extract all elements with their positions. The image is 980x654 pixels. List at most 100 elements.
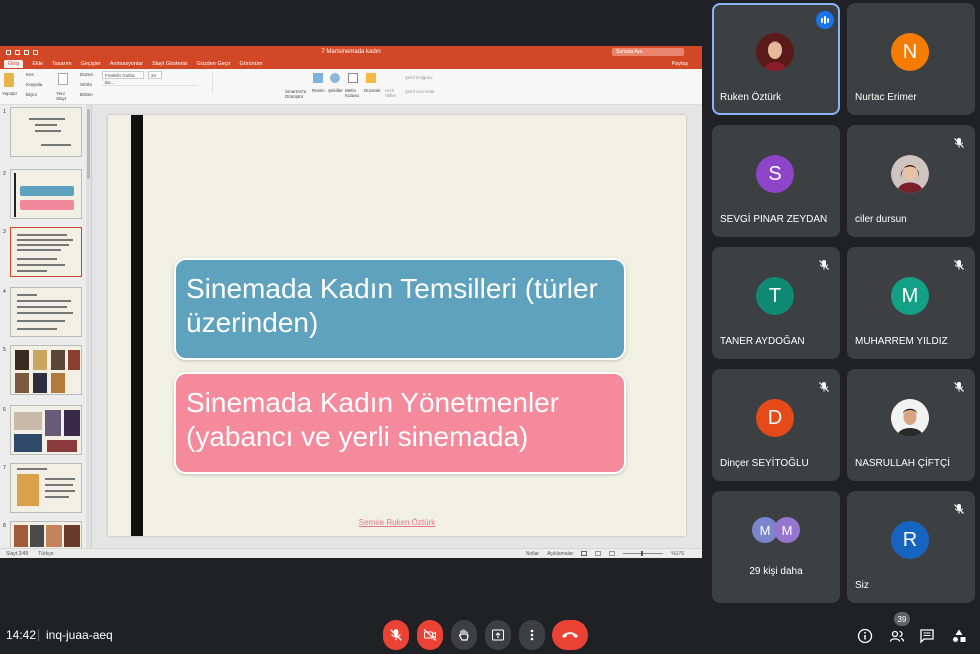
mic-off-icon bbox=[949, 133, 969, 153]
thumb-photo bbox=[14, 434, 42, 452]
share-button[interactable]: Paylaş bbox=[671, 61, 688, 67]
thumb-photo bbox=[64, 525, 80, 547]
notes-button[interactable]: Notlar bbox=[526, 551, 539, 557]
reset-label[interactable]: Sıfırla bbox=[80, 82, 92, 87]
comments-button[interactable]: Açıklamalar bbox=[547, 551, 573, 557]
participant-tile[interactable]: S SEVGİ PINAR ZEYDAN bbox=[712, 125, 840, 237]
ppt-search-input[interactable]: Sunuda Ara bbox=[612, 48, 684, 56]
paragraph-group bbox=[212, 73, 272, 93]
quick-styles-label[interactable]: Hızlı Stiller bbox=[385, 88, 399, 98]
picture-icon[interactable] bbox=[313, 73, 323, 83]
view-reading-icon[interactable] bbox=[609, 551, 616, 556]
section-label[interactable]: Bölüm bbox=[80, 92, 93, 97]
paste-icon[interactable] bbox=[4, 73, 14, 87]
leave-call-button[interactable] bbox=[552, 620, 588, 650]
activities-button[interactable] bbox=[948, 625, 970, 647]
arrange-icon[interactable] bbox=[366, 73, 376, 83]
cut-label[interactable]: Kes bbox=[26, 72, 34, 77]
camera-toggle-button[interactable] bbox=[417, 620, 443, 650]
participant-tile[interactable]: NASRULLAH ÇİFTÇİ bbox=[847, 369, 975, 481]
format-label[interactable]: Biçim bbox=[26, 92, 37, 97]
view-sorter-icon[interactable] bbox=[595, 551, 602, 556]
font-select[interactable]: Franklin Gothic Bo... bbox=[102, 71, 144, 85]
thumbnail-row[interactable]: 7 bbox=[0, 463, 90, 515]
scrollbar-thumb[interactable] bbox=[87, 109, 90, 179]
copy-label[interactable]: Kopyala bbox=[26, 82, 42, 87]
thumbnail-row[interactable]: 5 bbox=[0, 345, 90, 397]
shape-outline-label[interactable]: Şekil Ana Hattı bbox=[405, 89, 435, 94]
tab-review[interactable]: Gözden Geçir bbox=[197, 61, 231, 67]
current-slide[interactable]: Sinemada Kadın Temsilleri (türler üzerin… bbox=[108, 115, 686, 536]
font-size-select[interactable]: 24 bbox=[148, 71, 162, 79]
participant-tile[interactable]: D Dinçer SEYİTOĞLU bbox=[712, 369, 840, 481]
thumbnail-row[interactable]: 6 bbox=[0, 405, 90, 457]
zoom-level[interactable]: %176 bbox=[671, 551, 684, 557]
participant-tile[interactable]: N Nurtac Erimer bbox=[847, 3, 975, 115]
shared-screen: 7 Martsinemada kadın Sunuda Ara Giriş Ek… bbox=[0, 46, 702, 558]
textbox-icon[interactable] bbox=[348, 73, 358, 83]
tab-design[interactable]: Tasarım bbox=[52, 61, 72, 67]
participant-name: ciler dursun bbox=[855, 214, 907, 225]
tab-animations[interactable]: Animasyonlar bbox=[110, 61, 143, 67]
slide-box-representations[interactable]: Sinemada Kadın Temsilleri (türler üzerin… bbox=[174, 258, 626, 360]
raise-hand-button[interactable] bbox=[451, 620, 477, 650]
thumb-text bbox=[17, 300, 71, 302]
thumbnail-row[interactable]: 4 bbox=[0, 287, 90, 339]
present-button[interactable] bbox=[485, 620, 511, 650]
tab-transitions[interactable]: Geçişler bbox=[81, 61, 101, 67]
slide-thumbnail[interactable] bbox=[10, 169, 82, 219]
slide-thumbnail[interactable] bbox=[10, 287, 82, 337]
thumb-text bbox=[17, 328, 57, 330]
tab-view[interactable]: Görünüm bbox=[239, 61, 262, 67]
layout-label[interactable]: Düzen bbox=[80, 72, 93, 77]
thumbnail-row[interactable]: 3 bbox=[0, 227, 90, 279]
participant-tile[interactable]: ciler dursun bbox=[847, 125, 975, 237]
slide-box-directors[interactable]: Sinemada Kadın Yönetmenler (yabancı ve y… bbox=[174, 372, 626, 474]
shape-fill-label[interactable]: Şekil Dolgusu bbox=[405, 75, 433, 80]
avatar: S bbox=[756, 155, 794, 193]
end-call-icon bbox=[562, 632, 578, 638]
self-tile[interactable]: R Siz bbox=[847, 491, 975, 603]
thumb-text bbox=[17, 249, 61, 251]
participant-tile[interactable]: Ruken Öztürk bbox=[712, 3, 840, 115]
tab-home[interactable]: Giriş bbox=[4, 59, 24, 68]
avatar: M bbox=[891, 277, 929, 315]
people-button[interactable] bbox=[886, 625, 908, 647]
meet-window: 7 Martsinemada kadın Sunuda Ara Giriş Ek… bbox=[0, 0, 980, 654]
font-format-row bbox=[102, 85, 198, 93]
slide-canvas: Sinemada Kadın Temsilleri (türler üzerin… bbox=[92, 105, 702, 548]
tab-insert[interactable]: Ekle bbox=[32, 61, 43, 67]
slide-thumbnail[interactable] bbox=[10, 463, 82, 513]
more-options-button[interactable] bbox=[519, 620, 545, 650]
thumb-text bbox=[35, 130, 61, 132]
mic-toggle-button[interactable] bbox=[383, 620, 409, 650]
zoom-slider[interactable] bbox=[623, 551, 664, 556]
participant-tile[interactable]: M MUHARREM YILDIZ bbox=[847, 247, 975, 359]
more-participants-tile[interactable]: M M 29 kişi daha bbox=[712, 491, 840, 603]
new-slide-icon[interactable] bbox=[58, 73, 68, 85]
slide-thumbnail[interactable] bbox=[10, 405, 82, 455]
thumb-pink-box bbox=[20, 200, 74, 210]
thumb-photo bbox=[30, 525, 44, 547]
smartart-label[interactable]: SmartArt'a Dönüştür bbox=[285, 89, 309, 99]
thumbnail-row[interactable]: 1 bbox=[0, 107, 90, 159]
present-icon bbox=[492, 629, 504, 641]
thumbnails-scrollbar[interactable] bbox=[86, 105, 91, 548]
avatar bbox=[891, 399, 929, 437]
meeting-details-button[interactable] bbox=[854, 625, 876, 647]
slide-author[interactable]: Semire Ruken Öztürk bbox=[108, 518, 686, 527]
camera-off-icon bbox=[423, 629, 437, 641]
thumb-text bbox=[45, 490, 75, 492]
slide-thumbnail-active[interactable] bbox=[10, 227, 82, 277]
chat-button[interactable] bbox=[916, 625, 938, 647]
info-icon bbox=[857, 628, 873, 644]
tab-slideshow[interactable]: Slayt Gösterisi bbox=[152, 61, 187, 67]
language[interactable]: Türkçe bbox=[38, 551, 53, 557]
view-normal-icon[interactable] bbox=[581, 551, 588, 556]
participant-tile[interactable]: T TANER AYDOĞAN bbox=[712, 247, 840, 359]
thumbnail-row[interactable]: 2 bbox=[0, 169, 90, 221]
slide-thumbnail[interactable] bbox=[10, 107, 82, 157]
shapes-icon[interactable] bbox=[330, 73, 340, 83]
thumb-text bbox=[17, 312, 73, 314]
slide-thumbnail[interactable] bbox=[10, 345, 82, 395]
